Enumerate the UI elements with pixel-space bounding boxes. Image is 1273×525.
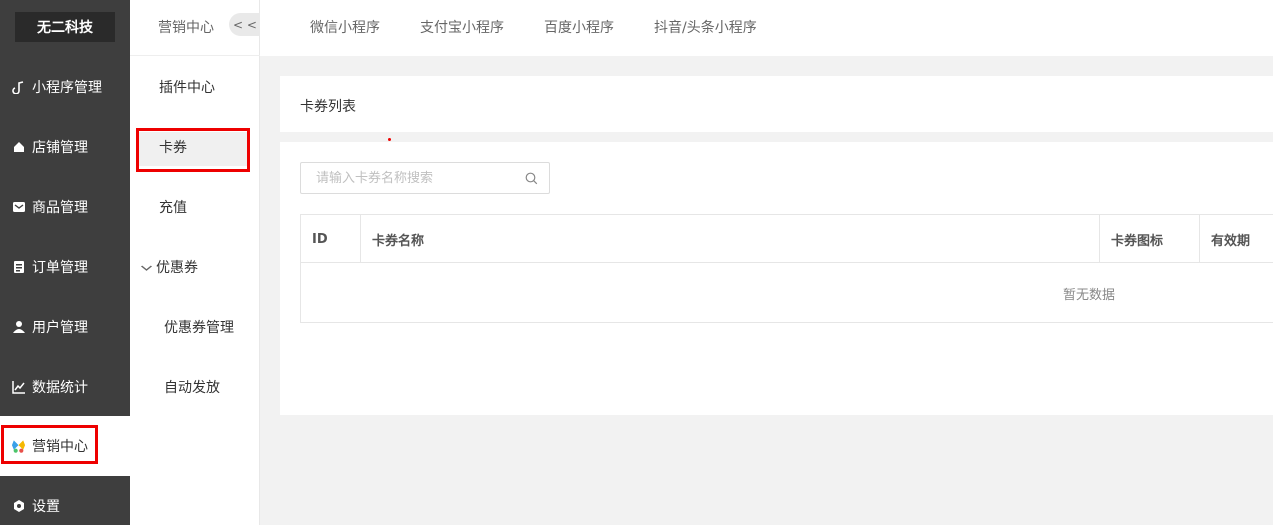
sidebar-item-label: 店铺管理 (32, 140, 88, 156)
sub-group-label: 优惠券 (156, 260, 198, 276)
highlight-box-card-coupon (136, 128, 250, 172)
sidebar-item-users[interactable]: 用户管理 (0, 297, 130, 357)
sidebar-item-orders[interactable]: 订单管理 (0, 237, 130, 297)
column-header-validity[interactable]: 有效期 (1200, 215, 1273, 263)
sub-item-label: 优惠券管理 (164, 320, 234, 336)
column-header-name[interactable]: 卡券名称 (361, 215, 1100, 263)
home-icon (11, 140, 26, 155)
divider (280, 132, 1273, 142)
sidebar-item-miniprogram[interactable]: 小程序管理 (0, 57, 130, 117)
sub-item-recharge[interactable]: 充值 (130, 177, 260, 237)
search-icon[interactable] (525, 172, 538, 185)
card-list-panel: 卡券列表 ID 卡券名称 卡券图标 有效期 暂无数据 (280, 76, 1273, 415)
gear-icon (11, 499, 26, 514)
sub-item-auto-issue[interactable]: 自动发放 (130, 357, 260, 417)
sidebar-item-label: 用户管理 (32, 320, 88, 336)
tab-baidu[interactable]: 百度小程序 (544, 17, 614, 37)
sidebar-item-label: 设置 (32, 499, 60, 515)
table-header: ID 卡券名称 卡券图标 有效期 (301, 215, 1273, 263)
sidebar-item-settings[interactable]: 设置 (0, 476, 130, 525)
column-header-icon[interactable]: 卡券图标 (1100, 215, 1200, 263)
sidebar-item-statistics[interactable]: 数据统计 (0, 357, 130, 417)
search-box (300, 162, 550, 194)
mail-icon (11, 200, 26, 215)
sub-group-coupon[interactable]: 优惠券 (130, 237, 260, 297)
link-icon (11, 80, 26, 95)
column-header-id[interactable]: ID (301, 215, 361, 263)
sub-item-coupon-manage[interactable]: 优惠券管理 (130, 297, 260, 357)
brand-logo: 无二科技 (15, 12, 115, 42)
tab-douyin[interactable]: 抖音/头条小程序 (654, 17, 757, 37)
sidebar-item-label: 订单管理 (32, 260, 88, 276)
sidebar-item-store[interactable]: 店铺管理 (0, 117, 130, 177)
sub-item-plugin-center[interactable]: 插件中心 (130, 57, 260, 117)
sidebar-item-label: 数据统计 (32, 380, 88, 396)
chevron-down-icon (140, 261, 153, 274)
red-dot-marker (388, 138, 391, 141)
chart-icon (11, 380, 26, 395)
user-icon (11, 320, 26, 335)
sidebar-item-products[interactable]: 商品管理 (0, 177, 130, 237)
sub-item-label: 充值 (159, 200, 187, 216)
sidebar-item-label: 商品管理 (32, 200, 88, 216)
clipboard-icon (11, 260, 26, 275)
sub-item-label: 自动发放 (164, 380, 220, 396)
empty-state: 暂无数据 (1063, 287, 1116, 303)
platform-tabs: 微信小程序 支付宝小程序 百度小程序 抖音/头条小程序 (260, 0, 1273, 56)
sub-item-label: 插件中心 (159, 80, 215, 96)
coupon-table: ID 卡券名称 卡券图标 有效期 暂无数据 (300, 214, 1273, 323)
search-input[interactable] (301, 163, 516, 193)
tab-alipay[interactable]: 支付宝小程序 (420, 17, 504, 37)
sidebar-item-label: 小程序管理 (32, 80, 102, 96)
tab-wechat[interactable]: 微信小程序 (310, 17, 380, 37)
page-title: 卡券列表 (300, 99, 356, 115)
highlight-box-marketing (1, 425, 98, 464)
